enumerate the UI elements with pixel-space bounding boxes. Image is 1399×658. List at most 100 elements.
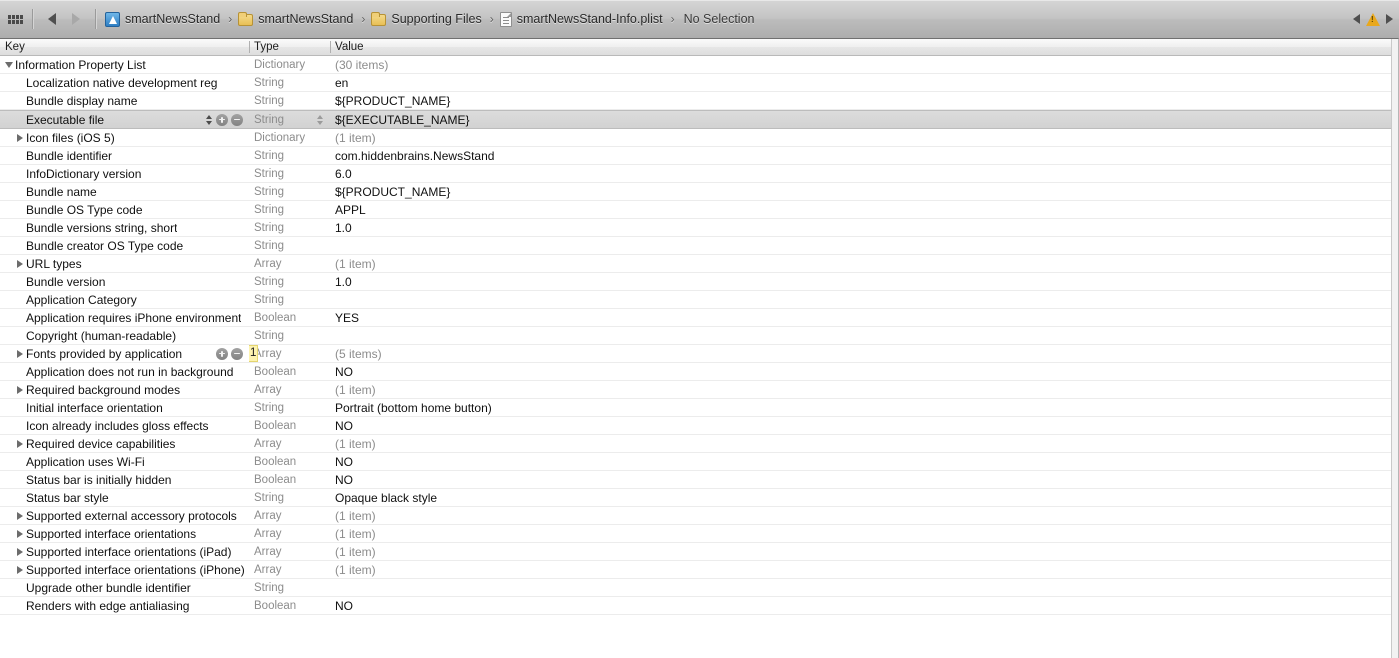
cell-key[interactable]: Information Property List	[0, 56, 249, 73]
cell-value[interactable]: (1 item)	[330, 525, 1398, 542]
cell-type[interactable]: Dictionary	[249, 129, 330, 146]
table-row[interactable]: URL types Array (1 item)	[0, 255, 1398, 273]
table-row[interactable]: Application does not run in background Bo…	[0, 363, 1398, 381]
cell-value[interactable]: 6.0	[330, 165, 1398, 182]
cell-key[interactable]: Bundle version	[0, 273, 249, 290]
table-row[interactable]: Initial interface orientation String Portr…	[0, 399, 1398, 417]
cell-value[interactable]: 1.0	[330, 273, 1398, 290]
cell-value[interactable]: (1 item)	[330, 435, 1398, 452]
cell-type[interactable]: String	[249, 237, 330, 254]
disclosure-triangle-icon[interactable]	[14, 547, 26, 556]
cell-type[interactable]: String	[249, 92, 330, 109]
cell-value[interactable]: (30 items)	[330, 56, 1398, 73]
table-row[interactable]: Bundle identifier String com.hiddenbrains.…	[0, 147, 1398, 165]
breadcrumb-item-project[interactable]: smartNewsStand	[103, 0, 225, 38]
breadcrumb-item-plist[interactable]: smartNewsStand-Info.plist	[498, 0, 668, 38]
disclosure-triangle-icon[interactable]	[14, 259, 26, 268]
cell-value[interactable]	[330, 291, 1398, 308]
cell-type[interactable]: Boolean	[249, 363, 330, 380]
cell-key[interactable]: Required background modes	[0, 381, 249, 398]
cell-type[interactable]: Boolean	[249, 597, 330, 614]
disclosure-triangle-icon[interactable]	[14, 133, 26, 142]
disclosure-triangle-icon[interactable]	[3, 61, 15, 68]
cell-value[interactable]: (1 item)	[330, 543, 1398, 560]
cell-type[interactable]: String	[249, 291, 330, 308]
remove-row-button[interactable]	[231, 347, 243, 360]
table-row[interactable]: Copyright (human-readable) String	[0, 327, 1398, 345]
cell-value[interactable]: en	[330, 74, 1398, 91]
back-button[interactable]	[40, 8, 64, 30]
cell-key[interactable]: Supported interface orientations (iPhone…	[0, 561, 249, 578]
cell-type[interactable]: Boolean	[249, 471, 330, 488]
table-row[interactable]: Bundle display name String ${PRODUCT_NAME}	[0, 92, 1398, 110]
table-row[interactable]: Supported interface orientations Array (1 …	[0, 525, 1398, 543]
table-row[interactable]: Status bar is initially hidden Boolean NO	[0, 471, 1398, 489]
disclosure-triangle-icon[interactable]	[14, 349, 26, 358]
cell-type[interactable]: Array	[249, 507, 330, 524]
add-row-button[interactable]	[216, 113, 228, 126]
cell-value[interactable]: (1 item)	[330, 129, 1398, 146]
cell-key[interactable]: Required device capabilities	[0, 435, 249, 452]
remove-row-button[interactable]	[231, 113, 243, 126]
table-row[interactable]: Executable file String ${EXECUTABLE_NAME}	[0, 110, 1398, 129]
cell-value[interactable]: ${PRODUCT_NAME}	[330, 183, 1398, 200]
cell-value[interactable]: YES	[330, 309, 1398, 326]
cell-value[interactable]	[330, 327, 1398, 344]
cell-key[interactable]: URL types	[0, 255, 249, 272]
key-stepper[interactable]	[206, 114, 213, 125]
cell-value[interactable]: Opaque black style	[330, 489, 1398, 506]
grid-icon[interactable]	[8, 13, 23, 26]
cell-key[interactable]: Status bar is initially hidden	[0, 471, 249, 488]
cell-value[interactable]: (1 item)	[330, 381, 1398, 398]
disclosure-triangle-icon[interactable]	[14, 385, 26, 394]
cell-value[interactable]: APPL	[330, 201, 1398, 218]
cell-key[interactable]: InfoDictionary version	[0, 165, 249, 182]
cell-key[interactable]: Fonts provided by application	[0, 345, 249, 362]
cell-type[interactable]: String	[249, 201, 330, 218]
table-row[interactable]: InfoDictionary version String 6.0	[0, 165, 1398, 183]
cell-key[interactable]: Supported external accessory protocols	[0, 507, 249, 524]
cell-type[interactable]: String	[249, 165, 330, 182]
table-row[interactable]: Bundle version String 1.0	[0, 273, 1398, 291]
forward-button[interactable]	[64, 8, 88, 30]
table-row[interactable]: Application requires iPhone environment B…	[0, 309, 1398, 327]
cell-type[interactable]: Array	[249, 543, 330, 560]
cell-value[interactable]	[330, 237, 1398, 254]
cell-value[interactable]: (1 item)	[330, 507, 1398, 524]
cell-key[interactable]: Renders with edge antialiasing	[0, 597, 249, 614]
cell-key[interactable]: Supported interface orientations	[0, 525, 249, 542]
table-row[interactable]: Application uses Wi-Fi Boolean NO	[0, 453, 1398, 471]
cell-key[interactable]: Status bar style	[0, 489, 249, 506]
cell-key[interactable]: Copyright (human-readable)	[0, 327, 249, 344]
table-row[interactable]: Application Category String	[0, 291, 1398, 309]
type-stepper[interactable]	[317, 114, 324, 125]
table-row[interactable]: Bundle OS Type code String APPL	[0, 201, 1398, 219]
cell-key[interactable]: Icon files (iOS 5)	[0, 129, 249, 146]
breadcrumb-item-supporting-files[interactable]: Supporting Files	[369, 0, 486, 38]
cell-type[interactable]: Boolean	[249, 453, 330, 470]
table-row[interactable]: Information Property List Dictionary (30 i…	[0, 56, 1398, 74]
cell-type[interactable]: String	[249, 489, 330, 506]
column-header-key[interactable]: Key	[0, 39, 249, 55]
disclosure-triangle-icon[interactable]	[14, 439, 26, 448]
cell-type[interactable]: 1 Array	[249, 345, 330, 362]
cell-key[interactable]: Upgrade other bundle identifier	[0, 579, 249, 596]
cell-key[interactable]: Bundle creator OS Type code	[0, 237, 249, 254]
cell-type[interactable]: String	[249, 399, 330, 416]
cell-value[interactable]: (1 item)	[330, 561, 1398, 578]
warning-triangle-icon[interactable]	[1366, 12, 1380, 26]
cell-type[interactable]: String	[249, 111, 330, 128]
table-row[interactable]: Bundle versions string, short String 1.0	[0, 219, 1398, 237]
table-row[interactable]: Status bar style String Opaque black style	[0, 489, 1398, 507]
cell-key[interactable]: Application Category	[0, 291, 249, 308]
disclosure-triangle-icon[interactable]	[14, 511, 26, 520]
cell-value[interactable]	[330, 579, 1398, 596]
cell-type[interactable]: String	[249, 579, 330, 596]
cell-key[interactable]: Application requires iPhone environment	[0, 309, 249, 326]
cell-type[interactable]: Array	[249, 561, 330, 578]
scrollbar-track[interactable]	[1391, 39, 1398, 658]
cell-key[interactable]: Bundle name	[0, 183, 249, 200]
cell-value[interactable]: NO	[330, 417, 1398, 434]
table-row[interactable]: Supported interface orientations (iPhone…	[0, 561, 1398, 579]
cell-value[interactable]: Portrait (bottom home button)	[330, 399, 1398, 416]
